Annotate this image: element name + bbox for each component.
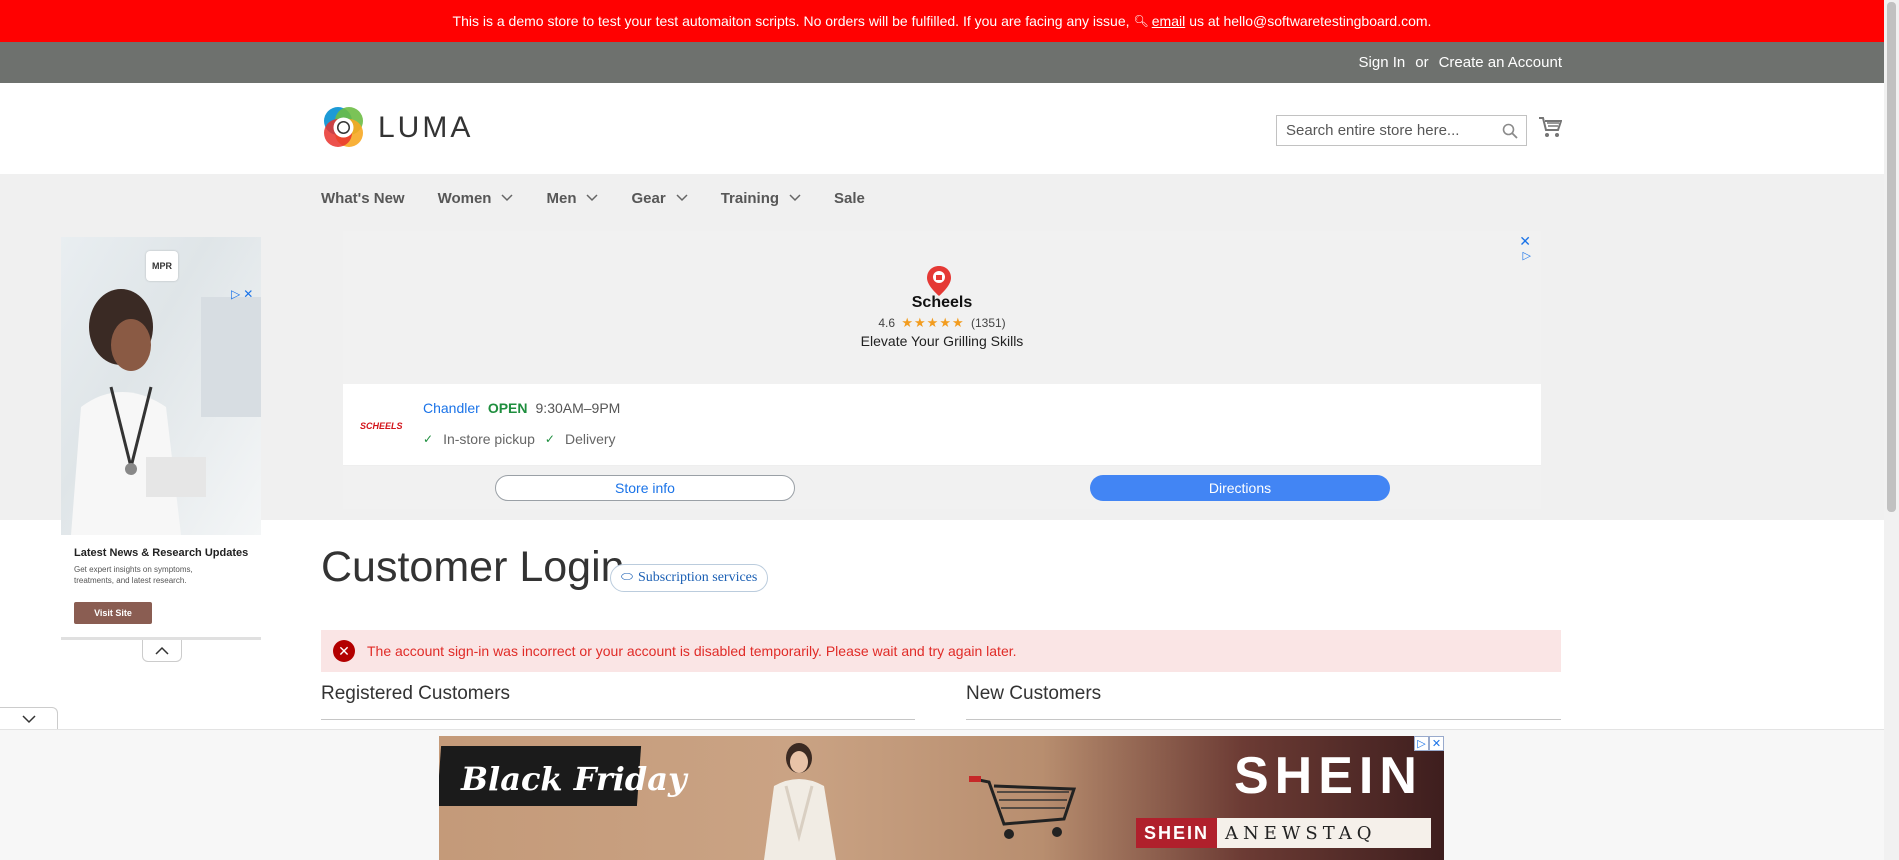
nav-label: Training [720, 189, 780, 207]
page-title: Customer Login [321, 543, 625, 591]
ad-tagline: Elevate Your Grilling Skills [860, 333, 1024, 349]
store-status: OPEN [487, 400, 528, 416]
store-city[interactable]: Chandler [423, 400, 480, 416]
chevron-down-icon [586, 194, 599, 202]
store-hours: 9:30AM–9PM [535, 400, 621, 416]
close-icon[interactable]: ✕ [1429, 736, 1444, 751]
demo-notice-text: This is a demo store to test your test a… [452, 13, 1130, 29]
chevron-down-icon [501, 194, 514, 202]
shopping-cart-image [969, 776, 1077, 839]
nav-item-gear[interactable]: Gear [631, 189, 688, 207]
email-link[interactable]: email [1152, 13, 1185, 29]
ad-description: Get expert insights on symptoms, treatme… [74, 565, 193, 585]
nav-item-sale[interactable]: Sale [834, 190, 865, 207]
registered-divider [321, 719, 915, 720]
store-logo: SCHEELS [360, 421, 403, 431]
directions-button[interactable]: Directions [1090, 475, 1390, 501]
rating-value: 4.6 [878, 316, 896, 330]
tag-icon: ⬭ [621, 570, 633, 585]
play-icon[interactable]: ▷ [1414, 736, 1429, 751]
ad-choices[interactable]: ▷ ✕ [1414, 736, 1444, 751]
demo-notice-bar: This is a demo store to test your test a… [0, 0, 1884, 42]
chevron-down-icon [21, 715, 36, 724]
shein-slogan: ANEWSTAQ [1225, 822, 1377, 844]
nav-label: Men [546, 189, 577, 207]
store-location: Chandler OPEN 9:30AM–9PM [423, 400, 620, 416]
nav-item-men[interactable]: Men [546, 189, 599, 207]
site-header: LUMA [0, 83, 1884, 174]
nav-label: Women [437, 189, 492, 207]
model-image [764, 743, 836, 860]
ad-collapse-toggle[interactable] [142, 640, 182, 662]
left-ad[interactable]: MPR ▷ ✕ Latest News & Research Updates G… [61, 237, 261, 642]
page-scrollbar[interactable] [1884, 0, 1899, 860]
scrollbar-thumb[interactable] [1887, 2, 1896, 512]
feature-pickup: In-store pickup [443, 431, 535, 447]
panel-header: Sign In or Create an Account [0, 42, 1884, 83]
map-pin-icon [927, 266, 951, 296]
search-input[interactable] [1277, 116, 1487, 145]
sign-in-link[interactable]: Sign In [1359, 54, 1406, 71]
ad-rating: 4.6 ★★★★★ (1351) [343, 315, 1541, 331]
bottom-ad-toggle[interactable] [0, 707, 58, 731]
visit-site-button[interactable]: Visit Site [74, 602, 152, 624]
search-icon[interactable] [1502, 123, 1518, 139]
ad-headline: Latest News & Research Updates [74, 547, 249, 559]
check-icon: ✓ [423, 432, 434, 446]
luma-logo-icon [324, 107, 363, 147]
play-icon[interactable]: ▷ [231, 287, 240, 301]
store-card[interactable]: SCHEELS Chandler OPEN 9:30AM–9PM ✓ In-st… [343, 384, 1541, 466]
subscription-label: Subscription services [637, 570, 758, 585]
scheels-ad[interactable]: ✕ ▷ Scheels 4.6 ★★★★★ (1351) Elevate You… [343, 231, 1541, 509]
nav-label: What's New [321, 189, 405, 207]
chevron-up-icon [155, 646, 169, 655]
chevron-down-icon [676, 194, 688, 202]
review-count: (1351) [970, 316, 1006, 330]
check-icon: ✓ [544, 432, 555, 446]
black-friday-ad[interactable]: Black Friday SHEIN SHEIN ANEWSTAQ ▷ ✕ [439, 736, 1444, 860]
chevron-down-icon [789, 194, 801, 202]
subscription-chip[interactable]: ⬭ Subscription services [610, 564, 769, 592]
luma-logo[interactable]: LUMA [321, 105, 473, 150]
rating-stars: ★★★★★ [901, 315, 965, 330]
store-features: ✓ In-store pickup ✓ Delivery [423, 431, 616, 447]
close-icon[interactable]: ✕ [243, 287, 253, 301]
shein-small-logo: SHEIN [1136, 818, 1218, 848]
doctor-image [71, 289, 206, 535]
close-icon[interactable]: ✕ [1519, 233, 1531, 250]
cart-icon[interactable] [1538, 115, 1562, 139]
mpr-badge: MPR [146, 251, 178, 281]
new-customers-title: New Customers [966, 683, 1102, 704]
error-text: The account sign-in was incorrect or you… [367, 643, 1017, 659]
shein-banner: SHEIN ANEWSTAQ [1136, 818, 1431, 848]
nav-item-whats-new[interactable]: What's New [321, 190, 405, 207]
ad-choices-icon[interactable]: ▷ [1523, 249, 1531, 262]
feature-delivery: Delivery [564, 431, 616, 447]
error-icon: ✕ [333, 640, 355, 662]
ad-brand: Scheels [911, 294, 973, 311]
nav-item-women[interactable]: Women [438, 190, 514, 207]
search-icon: 🔍︎ [1133, 14, 1149, 28]
black-friday-text: Black Friday [461, 760, 687, 798]
search-box [1276, 115, 1527, 146]
or-separator: or [1415, 54, 1429, 71]
new-customers-divider [966, 719, 1561, 720]
nav-item-training[interactable]: Training [721, 190, 801, 207]
store-info-button[interactable]: Store info [495, 475, 795, 501]
ad-choices[interactable]: ▷ ✕ [231, 287, 253, 301]
nav-label: Sale [834, 189, 865, 207]
shein-brand: SHEIN [1234, 747, 1423, 805]
registered-customers-title: Registered Customers [321, 683, 511, 704]
create-account-link[interactable]: Create an Account [1439, 54, 1562, 71]
logo-text: LUMA [378, 110, 474, 144]
demo-notice-text-after: us at hello@softwaretestingboard.com. [1189, 13, 1432, 29]
error-message: ✕ The account sign-in was incorrect or y… [321, 630, 1561, 672]
nav-label: Gear [631, 189, 666, 207]
